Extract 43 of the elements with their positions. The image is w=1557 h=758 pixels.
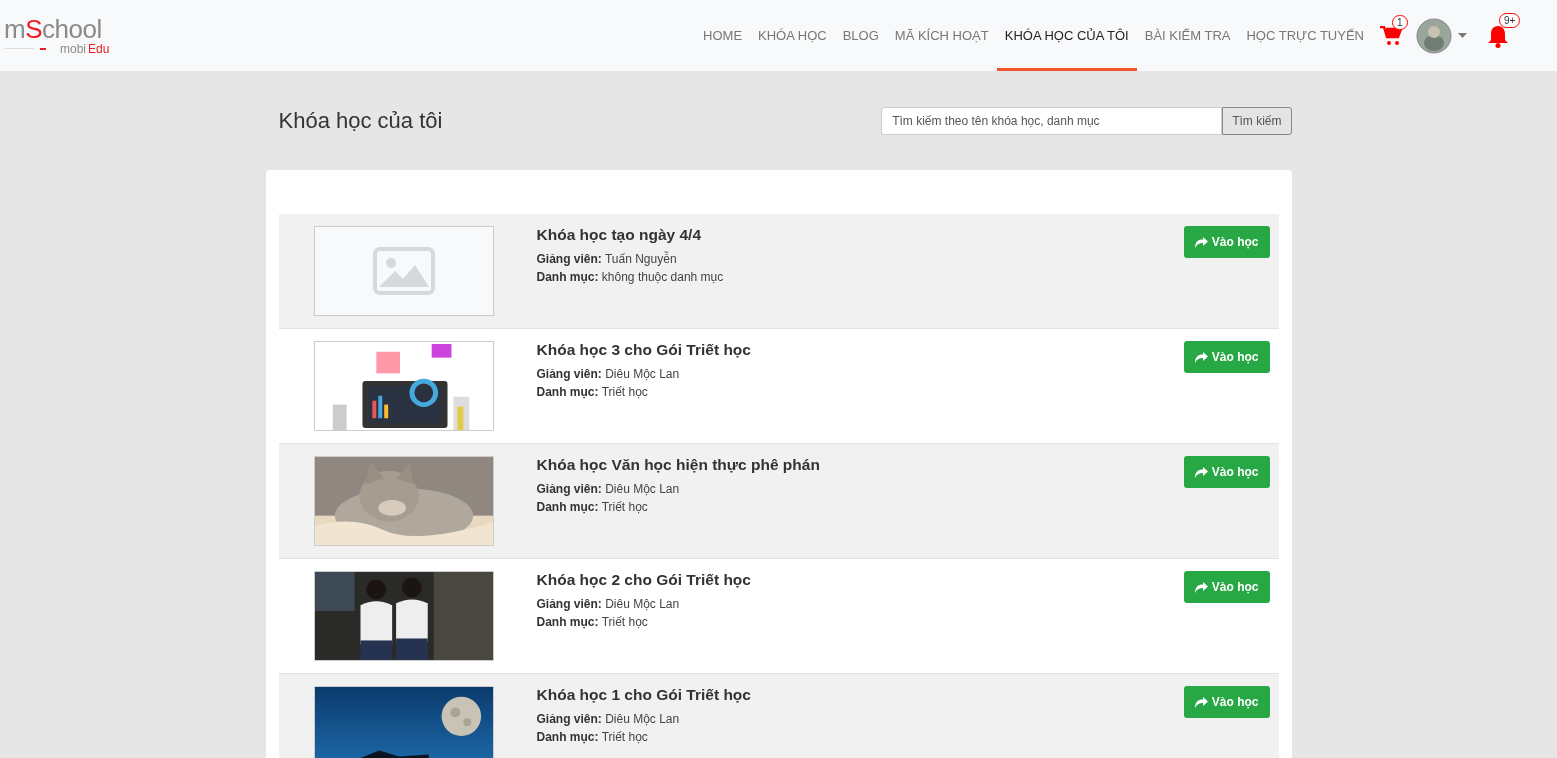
nav-link[interactable]: BÀI KIỂM TRA [1136,0,1239,71]
category-text: Danh mục: không thuộc danh mục [536,269,725,286]
category-text: Danh mục: Triết học [536,499,649,516]
course-title[interactable]: Khóa học 3 cho Gói Triết học [536,341,1184,359]
course-title[interactable]: Khóa học 2 cho Gói Triết học [536,571,1184,589]
enter-course-button[interactable]: Vào học [1183,686,1270,718]
teacher-text: Giảng viên: Diêu Mộc Lan [536,366,681,383]
nav-link[interactable]: BLOG [834,0,887,71]
bell-icon[interactable] [1487,23,1509,48]
teacher-text: Giảng viên: Diêu Mộc Lan [536,711,681,728]
caret-icon[interactable] [1458,32,1467,39]
nav-link[interactable]: MÃ KÍCH HOẠT [886,0,997,71]
share-arrow-icon [1194,696,1208,708]
cart-count-badge: 1 [1392,14,1408,30]
enter-course-button[interactable]: Vào học [1183,571,1270,603]
enter-course-button[interactable]: Vào học [1183,456,1270,488]
share-arrow-icon [1194,581,1208,593]
enter-course-button[interactable]: Vào học [1183,226,1270,258]
page-title: Khóa học của tôi [278,107,443,134]
teacher-text: Giảng viên: Diêu Mộc Lan [536,596,681,613]
course-title[interactable]: Khóa học tạo ngày 4/4 [536,226,1184,244]
nav-link[interactable]: KHÓA HỌC [750,0,835,71]
category-text: Danh mục: Triết học [536,729,649,746]
nav-link[interactable]: KHÓA HỌC CỦA TÔI [996,0,1137,71]
teacher-text: Giảng viên: Tuấn Nguyễn [536,250,678,268]
enter-course-button[interactable]: Vào học [1183,341,1270,373]
search-field[interactable]: Tìm kiếm theo tên khóa học, danh mục [881,106,1223,135]
category-text: Danh mục: Triết học [536,614,649,631]
category-text: Danh mục: Triết học [536,384,649,401]
share-arrow-icon [1194,236,1208,248]
nav-link[interactable]: HOME [695,0,751,71]
teacher-text: Giảng viên: Diêu Mộc Lan [536,481,681,498]
course-title[interactable]: Khóa học 1 cho Gói Triết học [536,686,1184,704]
image-icon [372,247,435,295]
share-arrow-icon [1194,466,1208,478]
share-arrow-icon [1194,351,1208,363]
nav-link[interactable]: HỌC TRỰC TUYẾN [1238,0,1372,71]
search-button[interactable]: Tìm kiếm [1222,106,1292,135]
logo[interactable]: mSchool mobi Edu [0,10,124,61]
course-title[interactable]: Khóa học Văn học hiện thực phê phán [536,456,1184,474]
cart-icon[interactable] [1380,25,1402,46]
notification-count-badge: 9+ [1499,12,1521,28]
avatar-icon[interactable] [1416,17,1452,54]
